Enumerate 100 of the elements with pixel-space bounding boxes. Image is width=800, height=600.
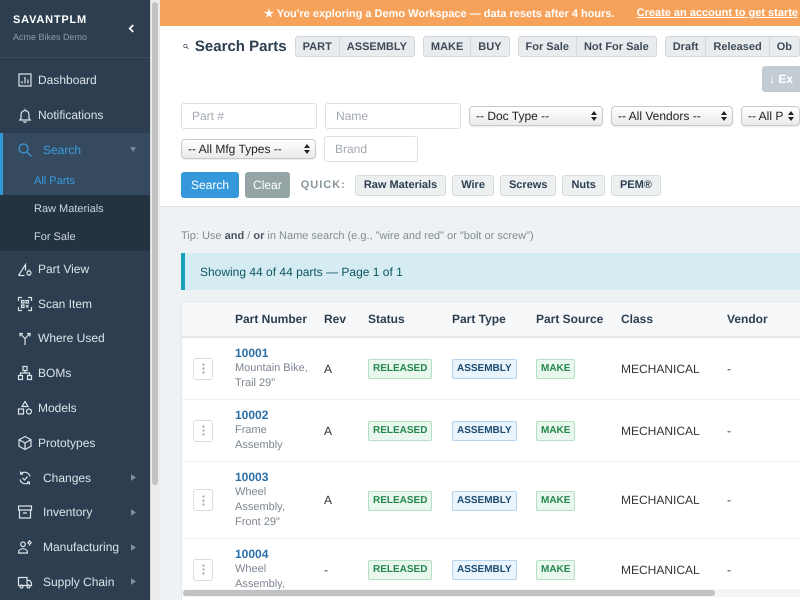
updown-arrows-icon xyxy=(304,144,310,154)
workspace-name: Acme Bikes Demo xyxy=(13,32,88,43)
vertical-dots-icon xyxy=(202,494,204,506)
part-type-badge: ASSEMBLY xyxy=(452,359,517,379)
text-field[interactable]: Part # xyxy=(181,103,317,129)
quick-filter-button[interactable]: Raw Materials xyxy=(354,174,446,196)
vendor-text: - xyxy=(727,493,731,507)
column-header: Part Source xyxy=(535,312,604,326)
nav-item[interactable]: Models xyxy=(0,390,150,426)
nav-item[interactable]: Prototypes xyxy=(0,425,150,460)
revision-text: A xyxy=(324,493,332,507)
quick-filter-button[interactable]: Screws xyxy=(500,174,556,196)
updown-arrows-icon xyxy=(591,111,597,121)
shapes-icon xyxy=(17,400,33,416)
archive-icon xyxy=(17,504,33,520)
part-type-badge: ASSEMBLY xyxy=(452,560,517,580)
column-header: Class xyxy=(620,312,654,326)
updown-arrows-icon xyxy=(721,111,727,121)
part-type-badge: ASSEMBLY xyxy=(452,490,517,510)
quick-label: QUICK: xyxy=(300,179,346,191)
nav-item[interactable]: Changes xyxy=(0,460,150,495)
search-tip: Tip: Use and / or in Name search (e.g., "wire and red" or "bolt or screw") xyxy=(181,229,535,243)
filter-toggle[interactable]: ASSEMBLY xyxy=(338,36,415,57)
part-source-badge: MAKE xyxy=(536,560,576,580)
branch-arrows-icon xyxy=(17,330,33,346)
dropdown[interactable]: -- Doc Type -- xyxy=(469,106,603,126)
cube-icon xyxy=(17,434,33,451)
class-text: MECHANICAL xyxy=(621,562,700,576)
nav-item[interactable]: Notifications xyxy=(0,98,150,133)
chart-icon xyxy=(17,72,33,88)
filter-toggle[interactable]: Ob xyxy=(768,36,800,57)
revision-text: A xyxy=(324,424,332,438)
row-menu-button[interactable] xyxy=(193,558,213,580)
nav-item[interactable]: Inventory xyxy=(0,494,150,530)
class-text: MECHANICAL xyxy=(621,424,700,438)
brand-name: SAVANTPLM xyxy=(13,14,88,27)
status-badge: RELEASED xyxy=(368,490,432,510)
results-summary: Showing 44 of 44 parts — Page 1 of 1 xyxy=(181,253,800,290)
nav-item[interactable]: Supply Chain xyxy=(0,564,150,600)
scrollbar-thumb[interactable] xyxy=(183,590,715,596)
part-source-badge: MAKE xyxy=(536,421,576,441)
page-title: Search Parts xyxy=(194,38,287,55)
hierarchy-icon xyxy=(17,365,33,382)
part-description: Wheel Assembly, xyxy=(235,562,286,589)
filter-toggle[interactable]: BUY xyxy=(470,36,510,57)
part-number-link[interactable]: 10004 xyxy=(235,547,268,562)
nav-subitem[interactable]: Raw Materials xyxy=(0,195,150,224)
bell-icon xyxy=(17,107,33,124)
quick-filter-button[interactable]: PEM® xyxy=(610,174,661,196)
dropdown[interactable]: -- All P xyxy=(741,106,800,126)
part-number-link[interactable]: 10002 xyxy=(235,408,268,423)
quick-filter-button[interactable]: Nuts xyxy=(562,174,605,196)
nav-item[interactable]: Part View xyxy=(0,251,150,286)
vendor-text: - xyxy=(727,362,731,376)
status-badge: RELEASED xyxy=(368,421,432,441)
status-badge: RELEASED xyxy=(368,359,432,379)
users-gear-icon xyxy=(17,539,33,556)
part-number-link[interactable]: 10001 xyxy=(235,346,268,361)
text-field[interactable]: Brand xyxy=(324,136,418,162)
filter-toggle[interactable]: MAKE xyxy=(422,36,472,57)
row-menu-button[interactable] xyxy=(193,358,213,380)
part-type-badge: ASSEMBLY xyxy=(452,421,517,441)
filter-toggle[interactable]: Not For Sale xyxy=(576,36,657,57)
status-badge: RELEASED xyxy=(368,560,432,580)
part-description: Wheel Assembly, Front 29" xyxy=(235,485,286,530)
row-menu-button[interactable] xyxy=(193,489,213,511)
dropdown[interactable]: -- All Mfg Types -- xyxy=(181,139,316,159)
chevron-left-icon[interactable] xyxy=(128,24,135,33)
text-field[interactable]: Name xyxy=(325,103,461,129)
nav-item[interactable]: Scan Item xyxy=(0,286,150,321)
revision-text: - xyxy=(324,562,328,576)
part-description: Frame Assembly xyxy=(235,423,284,453)
search-icon xyxy=(17,142,33,158)
banner-message: ★ You're exploring a Demo Workspace — data resets after 4 hours. xyxy=(264,6,615,20)
refresh-check-icon xyxy=(17,470,33,486)
class-text: MECHANICAL xyxy=(621,362,700,376)
column-header: Vendor xyxy=(726,312,769,326)
column-header: Part Type xyxy=(451,312,507,326)
nav-item[interactable]: BOMs xyxy=(0,356,150,391)
filter-toggle[interactable]: Draft xyxy=(664,36,706,57)
quick-filter-button[interactable]: Wire xyxy=(452,174,494,196)
vendor-text: - xyxy=(727,562,731,576)
dropdown[interactable]: -- All Vendors -- xyxy=(611,106,733,126)
column-header: Status xyxy=(367,312,406,326)
nav-item[interactable]: Dashboard xyxy=(0,63,150,98)
nav-item[interactable]: Manufacturing xyxy=(0,530,150,565)
nav-subitem[interactable]: For Sale xyxy=(0,223,150,252)
revision-text: A xyxy=(324,362,332,376)
nav-item[interactable]: Where Used xyxy=(0,320,150,356)
filter-toggle[interactable]: For Sale xyxy=(518,36,577,57)
qr-scan-icon xyxy=(17,296,33,312)
vertical-dots-icon xyxy=(202,564,204,575)
filter-toggle[interactable]: PART xyxy=(294,36,340,57)
part-source-badge: MAKE xyxy=(536,490,576,510)
ruler-gear-icon xyxy=(17,260,33,277)
filter-toggle[interactable]: Released xyxy=(705,36,770,57)
scrollbar-thumb[interactable] xyxy=(152,2,158,485)
row-menu-button[interactable] xyxy=(193,420,213,442)
column-header: Rev xyxy=(323,312,348,326)
part-number-link[interactable]: 10003 xyxy=(235,470,268,485)
